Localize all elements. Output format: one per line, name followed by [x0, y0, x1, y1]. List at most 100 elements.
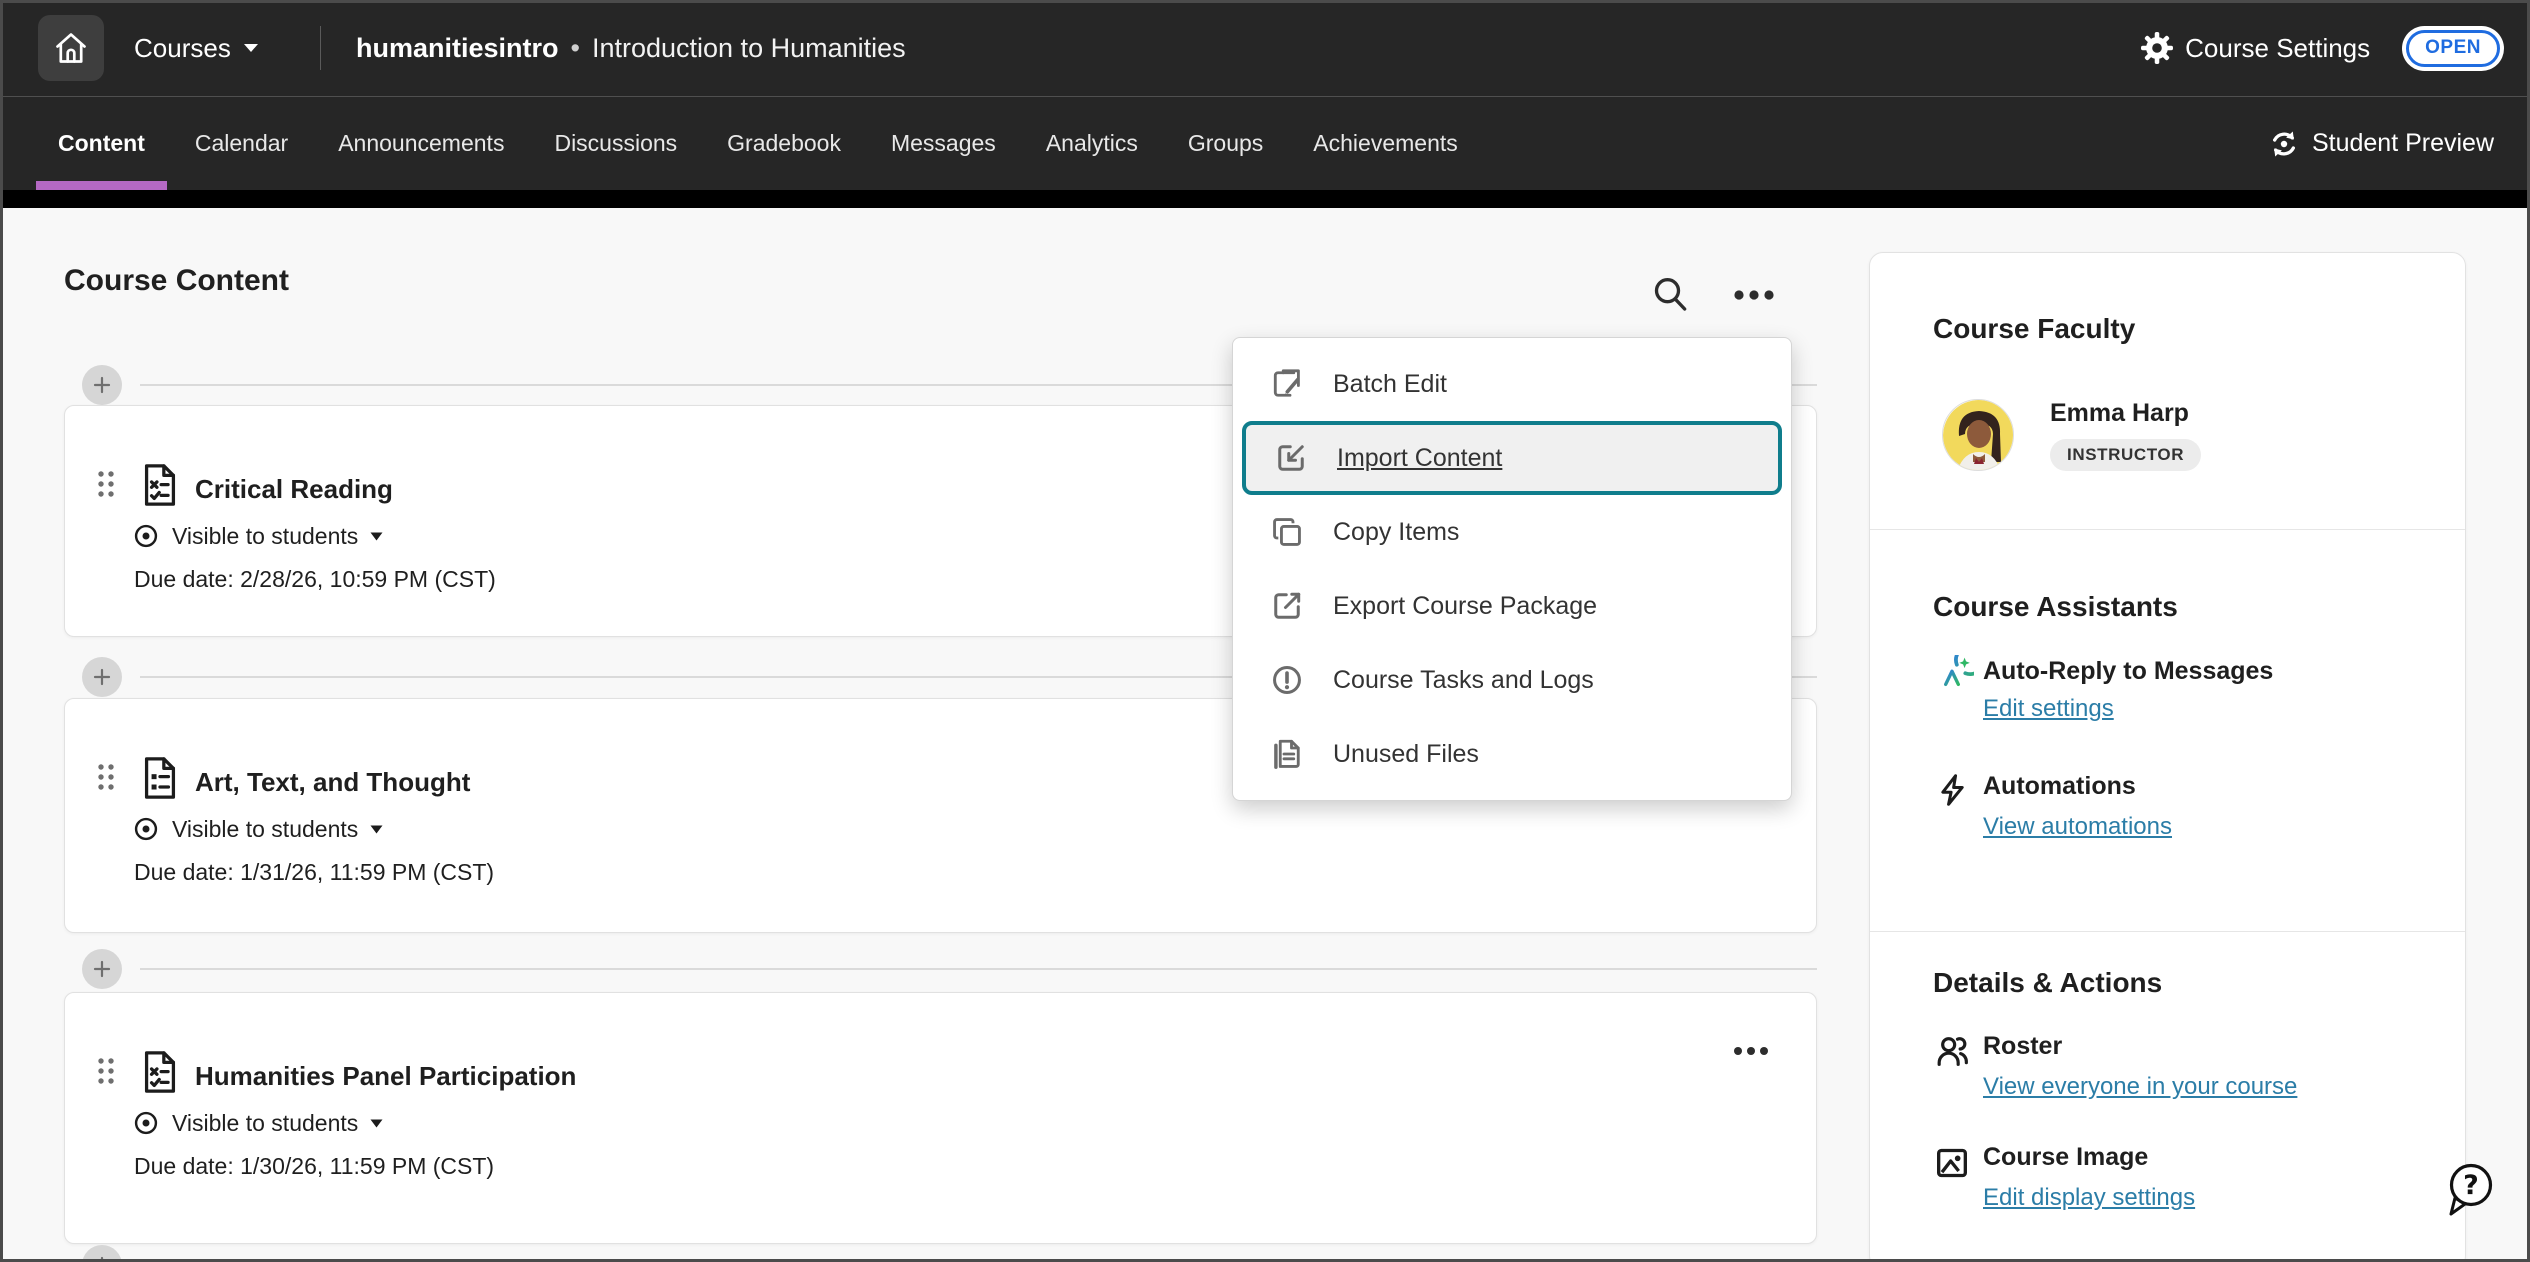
- divider-line: [140, 968, 1817, 970]
- export-icon: [1269, 588, 1305, 624]
- menu-item-import-content[interactable]: Import Content: [1242, 421, 1782, 495]
- course-id: humanitiesintro: [356, 33, 559, 64]
- visibility-dropdown[interactable]: Visible to students: [132, 1109, 383, 1137]
- menu-item-copy-items[interactable]: Copy Items: [1233, 495, 1791, 569]
- tab-discussions[interactable]: Discussions: [532, 97, 699, 190]
- menu-item-label: Course Tasks and Logs: [1333, 666, 1594, 695]
- student-preview-button[interactable]: Student Preview: [2268, 97, 2494, 190]
- section-divider: [1870, 931, 2465, 932]
- caret-down-icon: [370, 532, 383, 541]
- card-title[interactable]: Humanities Panel Participation: [195, 1061, 576, 1092]
- course-settings-button[interactable]: Course Settings: [2141, 32, 2370, 64]
- roster-people-icon: [1932, 1031, 1972, 1071]
- details-actions-heading: Details & Actions: [1933, 967, 2162, 999]
- plus-icon: [93, 376, 111, 394]
- section-divider: [1870, 529, 2465, 530]
- gear-icon: [2141, 32, 2173, 64]
- nav-shadow-strip: [0, 190, 2530, 208]
- course-open-badge[interactable]: OPEN: [2406, 30, 2500, 67]
- add-content-button[interactable]: [82, 365, 122, 405]
- ai-assistant-icon: [1930, 655, 1974, 699]
- card-title[interactable]: Critical Reading: [195, 474, 393, 505]
- student-preview-label: Student Preview: [2312, 129, 2494, 158]
- plus-icon: [93, 668, 111, 686]
- document-icon: [137, 754, 183, 802]
- menu-item-course-tasks-logs[interactable]: Course Tasks and Logs: [1233, 643, 1791, 717]
- tab-messages[interactable]: Messages: [869, 97, 1018, 190]
- visibility-dropdown[interactable]: Visible to students: [132, 522, 383, 550]
- batch-edit-icon: [1269, 366, 1305, 402]
- courses-label: Courses: [134, 33, 231, 64]
- assistant-label: Automations: [1983, 772, 2136, 801]
- tab-gradebook[interactable]: Gradebook: [705, 97, 863, 190]
- content-options-menu: Batch Edit Import Content Copy Items: [1232, 337, 1792, 801]
- ellipsis-icon: [1732, 284, 1776, 306]
- edit-display-settings-link[interactable]: Edit display settings: [1983, 1184, 2195, 1212]
- home-button[interactable]: [38, 15, 104, 81]
- tab-content[interactable]: Content: [36, 97, 167, 190]
- content-more-options-button[interactable]: [1732, 284, 1776, 306]
- home-icon: [53, 30, 89, 66]
- visibility-dropdown[interactable]: Visible to students: [132, 815, 383, 843]
- courses-menu-button[interactable]: Courses: [134, 0, 259, 96]
- page-title: Course Content: [64, 264, 289, 298]
- menu-item-export-course-package[interactable]: Export Course Package: [1233, 569, 1791, 643]
- drag-handle-icon[interactable]: [95, 470, 117, 498]
- course-settings-label: Course Settings: [2185, 33, 2370, 64]
- tab-groups[interactable]: Groups: [1166, 97, 1285, 190]
- course-assistants-heading: Course Assistants: [1933, 591, 2178, 623]
- topbar-divider: [320, 26, 321, 70]
- menu-item-label: Export Course Package: [1333, 592, 1597, 621]
- view-automations-link[interactable]: View automations: [1983, 813, 2172, 841]
- course-faculty-heading: Course Faculty: [1933, 313, 2135, 345]
- chevron-down-icon: [243, 43, 259, 53]
- student-preview-icon: [2268, 128, 2300, 160]
- blackboard-course-page: Courses humanitiesintro • Introduction t…: [0, 0, 2530, 1262]
- add-content-divider: [82, 1245, 1817, 1262]
- top-bar: Courses humanitiesintro • Introduction t…: [0, 0, 2530, 96]
- add-content-button[interactable]: [82, 657, 122, 697]
- menu-item-label: Batch Edit: [1333, 370, 1447, 399]
- faculty-role-badge: INSTRUCTOR: [2050, 439, 2201, 471]
- tab-achievements[interactable]: Achievements: [1291, 97, 1479, 190]
- assessment-icon: [137, 461, 183, 509]
- lightning-bolt-icon: [1934, 771, 1972, 809]
- breadcrumb-separator: •: [571, 33, 580, 64]
- eye-icon: [132, 522, 160, 550]
- ellipsis-icon: [1732, 1041, 1772, 1061]
- tab-calendar[interactable]: Calendar: [173, 97, 310, 190]
- add-content-button[interactable]: [82, 1245, 122, 1262]
- add-content-divider: [82, 949, 1817, 989]
- edit-settings-link[interactable]: Edit settings: [1983, 695, 2114, 723]
- menu-item-unused-files[interactable]: Unused Files: [1233, 717, 1791, 791]
- help-button[interactable]: ?: [2441, 1158, 2501, 1220]
- breadcrumb: humanitiesintro • Introduction to Humani…: [356, 0, 906, 96]
- menu-item-label: Copy Items: [1333, 518, 1459, 547]
- assessment-icon: [137, 1048, 183, 1096]
- add-content-button[interactable]: [82, 949, 122, 989]
- card-title[interactable]: Art, Text, and Thought: [195, 767, 470, 798]
- course-title: Introduction to Humanities: [592, 33, 906, 64]
- view-roster-link[interactable]: View everyone in your course: [1983, 1073, 2297, 1101]
- faculty-name: Emma Harp: [2050, 399, 2189, 428]
- plus-icon: [93, 1256, 111, 1262]
- tab-analytics[interactable]: Analytics: [1024, 97, 1160, 190]
- course-side-panel: Course Faculty Emma Harp INSTRUCTOR Cour…: [1869, 252, 2466, 1262]
- tab-announcements[interactable]: Announcements: [316, 97, 526, 190]
- plus-icon: [93, 960, 111, 978]
- help-icon: ?: [2463, 1170, 2479, 1201]
- menu-item-label: Import Content: [1337, 444, 1502, 473]
- card-more-options-button[interactable]: [1732, 1041, 1772, 1061]
- eye-icon: [132, 1109, 160, 1137]
- visibility-label: Visible to students: [172, 1110, 358, 1137]
- details-label: Course Image: [1983, 1143, 2148, 1172]
- drag-handle-icon[interactable]: [95, 763, 117, 791]
- menu-item-batch-edit[interactable]: Batch Edit: [1233, 347, 1791, 421]
- drag-handle-icon[interactable]: [95, 1057, 117, 1085]
- visibility-label: Visible to students: [172, 523, 358, 550]
- avatar[interactable]: [1942, 399, 2014, 471]
- file-icon: [1269, 736, 1305, 772]
- course-image-icon: [1932, 1143, 1972, 1183]
- nav-tabs: Content Calendar Announcements Discussio…: [36, 97, 1480, 190]
- search-button[interactable]: [1650, 274, 1690, 314]
